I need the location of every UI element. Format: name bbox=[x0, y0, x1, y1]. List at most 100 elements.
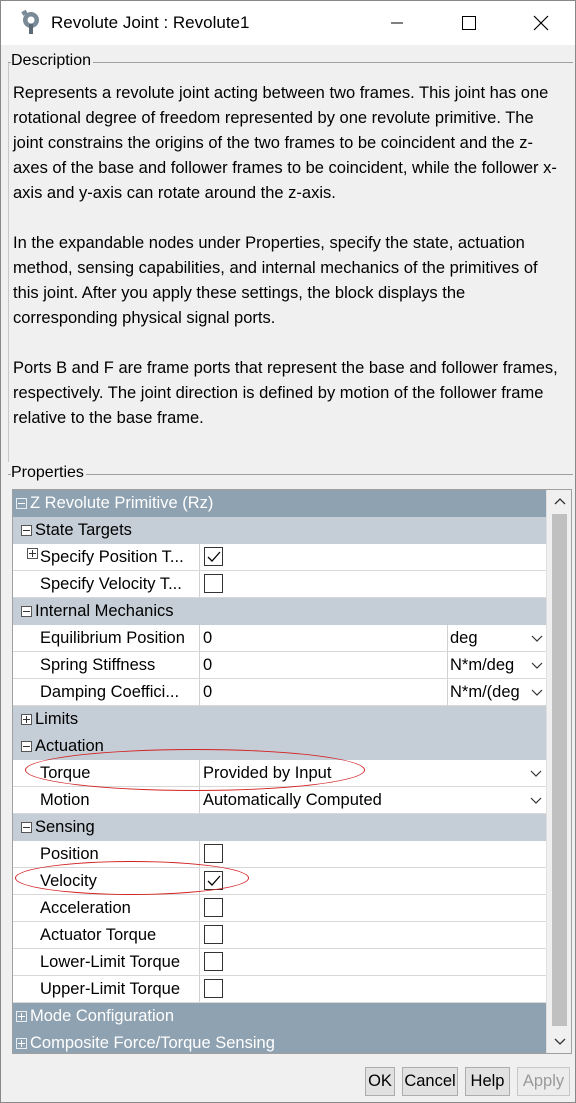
checkmark-icon bbox=[207, 551, 221, 562]
property-row: Acceleration bbox=[13, 895, 546, 922]
properties-border-top bbox=[8, 474, 573, 475]
dropdown-value: Automatically Computed bbox=[203, 791, 382, 809]
property-label: Specify Velocity T... bbox=[40, 575, 182, 593]
dialog-window: Revolute Joint : Revolute1 Description R… bbox=[0, 0, 576, 1103]
chevron-down-icon bbox=[530, 797, 542, 804]
property-name: Damping Coeffici... bbox=[13, 679, 200, 705]
description-text: Represents a revolute joint acting betwe… bbox=[13, 81, 565, 456]
property-label: Position bbox=[40, 845, 99, 863]
unit-value: N*m/deg bbox=[450, 656, 515, 674]
property-name: Spring Stiffness bbox=[13, 652, 200, 678]
property-name: Upper-Limit Torque bbox=[13, 976, 200, 1002]
sense-upper-limit-torque-checkbox[interactable] bbox=[204, 979, 223, 998]
expand-icon[interactable] bbox=[21, 714, 32, 725]
unit-value: N*m/(deg bbox=[450, 683, 520, 701]
group-label: Sensing bbox=[35, 818, 95, 836]
equilibrium-position-input[interactable]: 0 bbox=[203, 629, 212, 648]
expand-icon[interactable] bbox=[16, 1011, 27, 1022]
property-label: Equilibrium Position bbox=[40, 629, 185, 647]
group-mode-configuration[interactable]: Mode Configuration bbox=[13, 1003, 546, 1030]
property-label: Spring Stiffness bbox=[40, 656, 156, 674]
unit-dropdown[interactable]: deg bbox=[447, 625, 546, 651]
unit-dropdown[interactable]: N*m/deg bbox=[447, 652, 546, 678]
sense-actuator-torque-checkbox[interactable] bbox=[204, 925, 223, 944]
property-row: Specify Velocity T... bbox=[13, 571, 546, 598]
title-bar: Revolute Joint : Revolute1 bbox=[1, 1, 575, 45]
collapse-icon[interactable] bbox=[21, 741, 32, 752]
sense-lower-limit-torque-checkbox[interactable] bbox=[204, 952, 223, 971]
property-row: Velocity bbox=[13, 868, 546, 895]
torque-dropdown[interactable]: Provided by Input bbox=[201, 760, 546, 786]
chevron-down-icon bbox=[531, 689, 543, 696]
property-name: Motion bbox=[13, 787, 200, 813]
property-name: Equilibrium Position bbox=[13, 625, 200, 651]
motion-dropdown[interactable]: Automatically Computed bbox=[201, 787, 546, 813]
collapse-icon[interactable] bbox=[21, 822, 32, 833]
property-name: Acceleration bbox=[13, 895, 200, 921]
property-row: Equilibrium Position 0 deg bbox=[13, 625, 546, 652]
sense-acceleration-checkbox[interactable] bbox=[204, 898, 223, 917]
damping-coefficient-input[interactable]: 0 bbox=[203, 683, 212, 702]
chevron-down-icon bbox=[531, 635, 543, 642]
dropdown-value: Provided by Input bbox=[203, 764, 332, 782]
spring-stiffness-input[interactable]: 0 bbox=[203, 656, 212, 675]
specify-position-checkbox[interactable] bbox=[204, 547, 223, 566]
group-label: Composite Force/Torque Sensing bbox=[30, 1034, 275, 1052]
sense-position-checkbox[interactable] bbox=[204, 844, 223, 863]
description-group-label: Description bbox=[11, 52, 94, 70]
property-name: Actuator Torque bbox=[13, 922, 200, 948]
scroll-down-button[interactable] bbox=[547, 1029, 571, 1053]
group-actuation[interactable]: Actuation bbox=[13, 733, 546, 760]
property-name: Specify Position T... bbox=[13, 544, 200, 570]
property-row: Torque Provided by Input bbox=[13, 760, 546, 787]
checkmark-icon bbox=[207, 875, 221, 886]
property-row: Upper-Limit Torque bbox=[13, 976, 546, 1003]
group-label: State Targets bbox=[35, 521, 132, 539]
expand-icon[interactable] bbox=[16, 1038, 27, 1049]
close-button[interactable] bbox=[505, 1, 575, 45]
cancel-button[interactable]: Cancel bbox=[402, 1067, 458, 1096]
window-title: Revolute Joint : Revolute1 bbox=[51, 13, 250, 32]
property-label: Motion bbox=[40, 791, 90, 809]
unit-value: deg bbox=[450, 629, 478, 647]
property-name: Lower-Limit Torque bbox=[13, 949, 200, 975]
property-label: Velocity bbox=[40, 872, 97, 890]
property-label: Upper-Limit Torque bbox=[40, 980, 181, 998]
group-internal-mechanics[interactable]: Internal Mechanics bbox=[13, 598, 546, 625]
specify-velocity-checkbox[interactable] bbox=[204, 574, 223, 593]
group-state-targets[interactable]: State Targets bbox=[13, 517, 546, 544]
property-row: Lower-Limit Torque bbox=[13, 949, 546, 976]
minimize-button[interactable] bbox=[361, 1, 433, 45]
property-name: Velocity bbox=[13, 868, 200, 894]
property-row: Actuator Torque bbox=[13, 922, 546, 949]
property-label: Actuator Torque bbox=[40, 926, 157, 944]
gear-wrench-icon bbox=[21, 9, 39, 34]
collapse-icon[interactable] bbox=[21, 606, 32, 617]
collapse-icon[interactable] bbox=[16, 498, 27, 509]
chevron-up-icon bbox=[554, 498, 566, 505]
sense-velocity-checkbox[interactable] bbox=[204, 871, 223, 890]
collapse-icon[interactable] bbox=[21, 525, 32, 536]
group-z-revolute-primitive[interactable]: Z Revolute Primitive (Rz) bbox=[13, 490, 546, 517]
group-sensing[interactable]: Sensing bbox=[13, 814, 546, 841]
scroll-up-button[interactable] bbox=[547, 490, 571, 514]
vertical-scrollbar[interactable] bbox=[546, 490, 571, 1053]
property-label: Torque bbox=[40, 764, 91, 782]
group-composite-force-torque[interactable]: Composite Force/Torque Sensing bbox=[13, 1030, 546, 1053]
scrollbar-thumb[interactable] bbox=[552, 514, 567, 1026]
ok-button[interactable]: OK bbox=[365, 1067, 395, 1096]
help-button[interactable]: Help bbox=[465, 1067, 510, 1096]
group-limits[interactable]: Limits bbox=[13, 706, 546, 733]
unit-dropdown[interactable]: N*m/(deg bbox=[447, 679, 546, 705]
description-border-left bbox=[8, 62, 9, 462]
property-row: Spring Stiffness 0 N*m/deg bbox=[13, 652, 546, 679]
group-label: Limits bbox=[35, 710, 79, 728]
apply-button[interactable]: Apply bbox=[517, 1067, 570, 1096]
property-row: Position bbox=[13, 841, 546, 868]
maximize-button[interactable] bbox=[433, 1, 505, 45]
expand-icon[interactable] bbox=[27, 548, 38, 559]
maximize-icon bbox=[462, 16, 476, 30]
description-paragraph: In the expandable nodes under Properties… bbox=[13, 234, 538, 327]
description-paragraph: Represents a revolute joint acting betwe… bbox=[13, 84, 557, 202]
group-label: Mode Configuration bbox=[30, 1007, 175, 1025]
